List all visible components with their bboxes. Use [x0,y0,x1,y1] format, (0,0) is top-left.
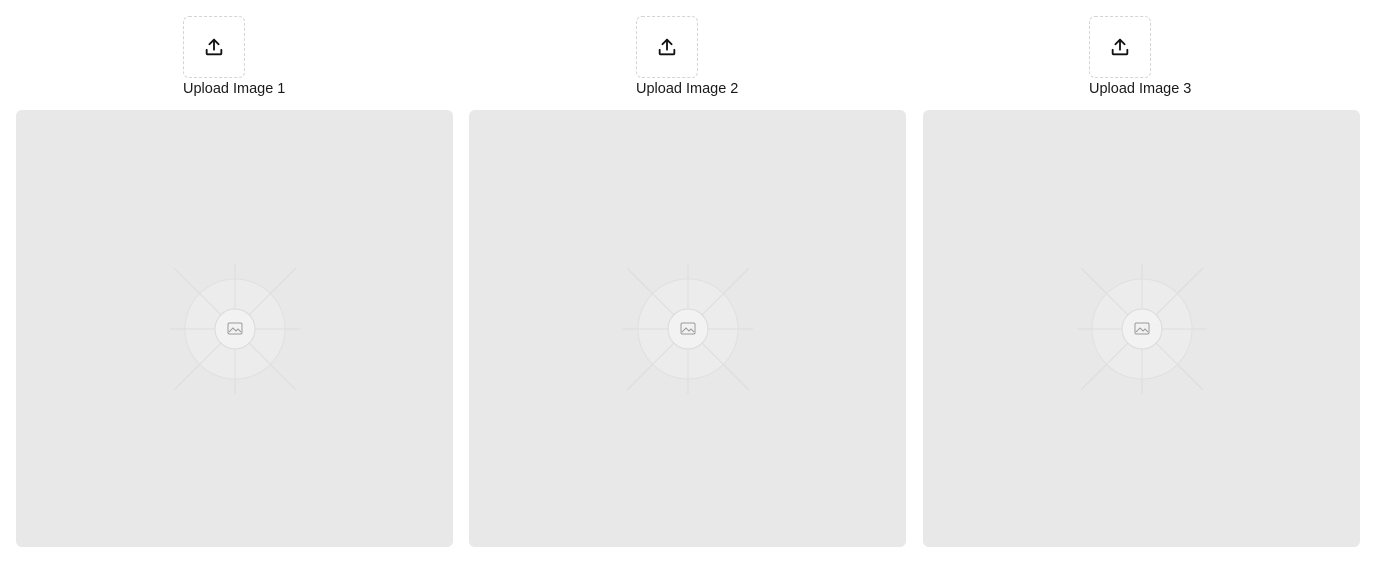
upload-row: Upload Image 1 Upload Image 2 Upload Ima… [0,16,1376,99]
image-preview-1 [16,110,453,547]
upload-button-2[interactable] [636,16,698,78]
image-placeholder-icon [1076,263,1207,394]
upload-item-1: Upload Image 1 [183,16,343,99]
image-preview-3 [923,110,1360,547]
upload-icon [1111,38,1129,56]
upload-label-2: Upload Image 2 [636,81,739,97]
upload-icon [658,38,676,56]
upload-item-2: Upload Image 2 [636,16,796,99]
upload-label-1: Upload Image 1 [183,81,286,97]
image-placeholder-icon [622,263,753,394]
upload-button-1[interactable] [183,16,245,78]
upload-item-3: Upload Image 3 [1089,16,1249,99]
image-preview-2 [469,110,906,547]
upload-icon [205,38,223,56]
image-placeholder-icon [169,263,300,394]
upload-label-3: Upload Image 3 [1089,81,1192,97]
upload-button-3[interactable] [1089,16,1151,78]
